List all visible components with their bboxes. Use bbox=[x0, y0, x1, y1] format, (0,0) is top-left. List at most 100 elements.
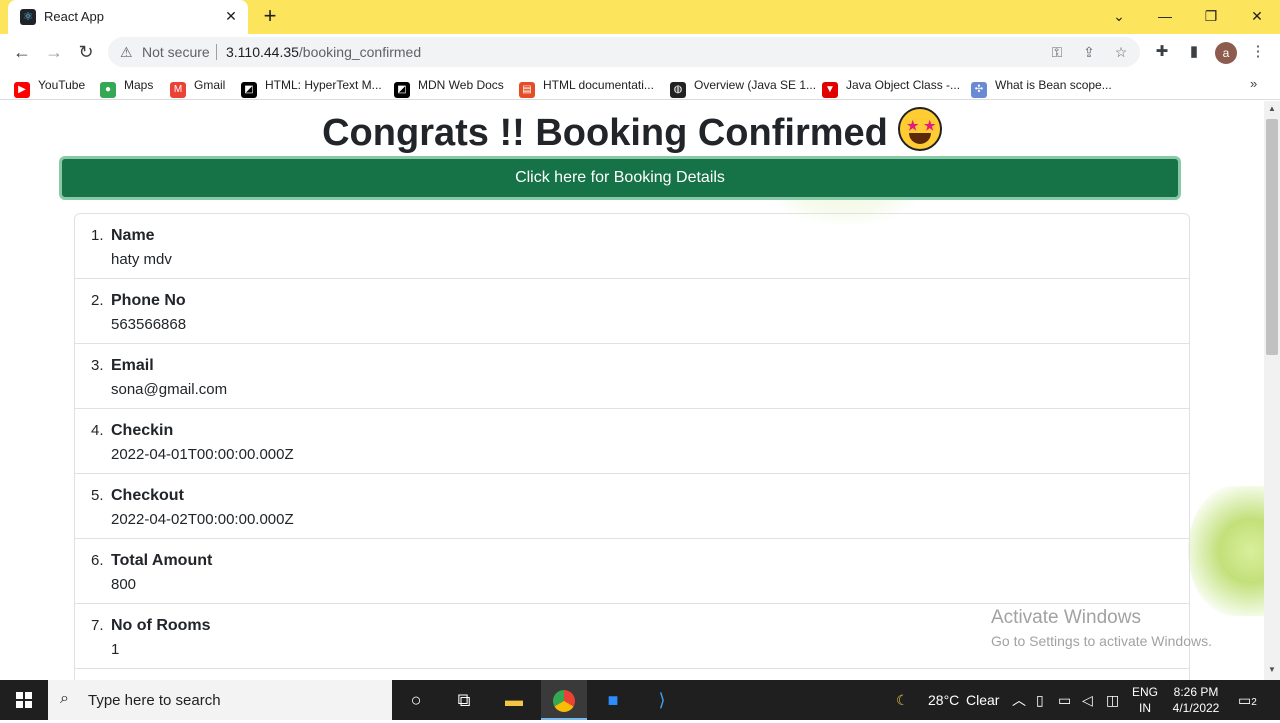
warning-icon[interactable]: ⚠ bbox=[120, 44, 136, 60]
chrome-taskbar-icon[interactable] bbox=[541, 680, 587, 720]
bookmark-java-object[interactable]: ▼ Java Object Class -... bbox=[822, 76, 960, 98]
vscode-icon[interactable]: ⟩ bbox=[639, 680, 685, 720]
bookmark-label: HTML: HyperText M... bbox=[265, 78, 382, 92]
more-bookmarks-icon[interactable]: » bbox=[1250, 76, 1257, 91]
extensions-icon[interactable]: ✚ bbox=[1152, 42, 1172, 62]
minimize-button[interactable]: — bbox=[1150, 3, 1180, 29]
item-number: 4. bbox=[91, 422, 104, 439]
react-icon: ⚛ bbox=[20, 9, 36, 25]
start-button[interactable] bbox=[0, 680, 48, 720]
region-code: IN bbox=[1139, 701, 1151, 715]
close-tab-icon[interactable]: ✕ bbox=[222, 7, 240, 25]
background-leaf-decoration bbox=[1188, 486, 1264, 616]
forward-button[interactable]: → bbox=[40, 38, 68, 66]
bookmark-html-docs[interactable]: ▤ HTML documentati... bbox=[519, 76, 654, 98]
show-hidden-icons-icon[interactable]: ︿ bbox=[1012, 680, 1026, 720]
address-bar[interactable]: ⚠ Not secure 3.110.44.35/booking_confirm… bbox=[108, 37, 1140, 67]
windows-logo-icon bbox=[16, 692, 32, 708]
menu-icon[interactable]: ⋮ bbox=[1248, 42, 1268, 62]
page-scrollbar[interactable]: ▲ ▼ bbox=[1264, 101, 1280, 680]
bookmark-bean-scope[interactable]: ✣ What is Bean scope... bbox=[971, 76, 1112, 98]
language-code: ENG bbox=[1131, 685, 1158, 699]
share-icon[interactable]: ⇪ bbox=[1080, 43, 1098, 61]
taskbar-search-box[interactable]: ⌕ Type here to search bbox=[48, 680, 392, 720]
item-value: 563566868 bbox=[111, 316, 187, 333]
close-window-button[interactable]: ✕ bbox=[1242, 3, 1272, 29]
clock-date: 4/1/2022 bbox=[1172, 701, 1220, 715]
new-tab-button[interactable]: + bbox=[258, 5, 282, 29]
item-value: sona@gmail.com bbox=[111, 381, 228, 398]
item-value: 800 bbox=[111, 576, 137, 593]
javatpoint-icon: ▼ bbox=[822, 82, 838, 98]
activate-windows-watermark: Activate Windows Go to Settings to activ… bbox=[991, 607, 1212, 649]
url-path: /booking_confirmed bbox=[298, 44, 422, 60]
star-icon[interactable]: ☆ bbox=[1112, 43, 1130, 61]
list-item-total-amount: 6. Total Amount 800 bbox=[75, 539, 1189, 604]
task-view-icon[interactable]: ⧉ bbox=[441, 680, 487, 720]
weather-moon-icon[interactable]: ☾ bbox=[896, 680, 909, 720]
bookmark-java-overview[interactable]: ◍ Overview (Java SE 1... bbox=[670, 76, 817, 98]
back-button[interactable]: ← bbox=[8, 38, 36, 66]
bookmark-youtube[interactable]: ▶ YouTube bbox=[14, 76, 85, 98]
url-host: 3.110.44.35 bbox=[226, 44, 299, 60]
side-panel-icon[interactable]: ▮ bbox=[1184, 42, 1204, 62]
bookmark-mdn[interactable]: ◩ MDN Web Docs bbox=[394, 76, 504, 98]
clock[interactable]: 8:26 PM 4/1/2022 bbox=[1166, 684, 1226, 716]
notifications-icon[interactable]: ▭2 bbox=[1238, 680, 1257, 720]
search-icon: ⌕ bbox=[60, 690, 69, 707]
weather-temperature[interactable]: 28°C bbox=[928, 680, 959, 720]
youtube-icon: ▶ bbox=[14, 82, 30, 98]
battery-icon[interactable]: ▭ bbox=[1058, 680, 1071, 720]
url-text[interactable]: 3.110.44.35/booking_confirmed bbox=[226, 44, 421, 60]
scroll-thumb[interactable] bbox=[1266, 119, 1278, 355]
watermark-subtitle: Go to Settings to activate Windows. bbox=[991, 633, 1212, 649]
reload-button[interactable]: ↻ bbox=[72, 38, 100, 66]
scroll-up-arrow-icon[interactable]: ▲ bbox=[1264, 101, 1280, 117]
avatar[interactable]: a bbox=[1215, 42, 1237, 64]
bookmark-html[interactable]: ◩ HTML: HyperText M... bbox=[241, 76, 382, 98]
bookmark-label: MDN Web Docs bbox=[418, 78, 504, 92]
file-explorer-icon[interactable]: ▬ bbox=[491, 680, 537, 720]
heading-text: Congrats !! Booking Confirmed bbox=[322, 112, 888, 154]
volume-icon[interactable]: ◁ bbox=[1082, 680, 1093, 720]
bookmark-label: Overview (Java SE 1... bbox=[694, 78, 817, 92]
browser-toolbar: ← → ↻ ⚠ Not secure 3.110.44.35/booking_c… bbox=[0, 34, 1280, 70]
bookmark-maps[interactable]: ● Maps bbox=[100, 76, 153, 98]
network-icon[interactable]: ◫ bbox=[1106, 680, 1119, 720]
bookmark-label: What is Bean scope... bbox=[995, 78, 1112, 92]
item-value: haty mdv bbox=[111, 251, 172, 268]
bean-icon: ✣ bbox=[971, 82, 987, 98]
list-item-checkin: 4. Checkin 2022-04-01T00:00:00.000Z bbox=[75, 409, 1189, 474]
item-number: 3. bbox=[91, 357, 104, 374]
security-label[interactable]: Not secure bbox=[142, 44, 210, 60]
item-label: Total Amount bbox=[111, 552, 213, 569]
mdn-icon: ◩ bbox=[394, 82, 410, 98]
language-indicator[interactable]: ENG IN bbox=[1131, 684, 1159, 716]
bookmark-gmail[interactable]: M Gmail bbox=[170, 76, 226, 98]
item-label: Name bbox=[111, 227, 155, 244]
bookmark-label: HTML documentati... bbox=[543, 78, 654, 92]
list-item-email: 3. Email sona@gmail.com bbox=[75, 344, 1189, 409]
scroll-down-arrow-icon[interactable]: ▼ bbox=[1264, 662, 1280, 678]
list-item-partial bbox=[75, 669, 1189, 680]
clock-time: 8:26 PM bbox=[1173, 685, 1219, 699]
item-label: Email bbox=[111, 357, 154, 374]
bookmark-label: Gmail bbox=[194, 78, 226, 92]
microphone-icon[interactable]: ▯ bbox=[1036, 680, 1044, 720]
booking-details-button[interactable]: Click here for Booking Details bbox=[59, 156, 1181, 200]
tab-search-icon[interactable]: ⌄ bbox=[1104, 3, 1134, 29]
key-icon[interactable]: ⚿ bbox=[1048, 43, 1066, 61]
item-value: 2022-04-02T00:00:00.000Z bbox=[111, 511, 294, 528]
bookmarks-bar: ▶ YouTube ● Maps M Gmail ◩ HTML: HyperText M… bbox=[0, 70, 1280, 100]
globe-icon: ◍ bbox=[670, 82, 686, 98]
weather-description[interactable]: Clear bbox=[966, 680, 999, 720]
restore-button[interactable]: ❐ bbox=[1196, 3, 1226, 29]
item-number: 1. bbox=[91, 227, 104, 244]
gmail-icon: M bbox=[170, 82, 186, 98]
cortana-icon[interactable]: ○ bbox=[393, 680, 439, 720]
zoom-icon[interactable]: ■ bbox=[590, 680, 636, 720]
list-item-name: 1. Name haty mdv bbox=[75, 214, 1189, 279]
list-item-phone: 2. Phone No 563566868 bbox=[75, 279, 1189, 344]
watermark-title: Activate Windows bbox=[991, 607, 1141, 628]
browser-tab[interactable]: ⚛ React App ✕ bbox=[8, 0, 248, 34]
